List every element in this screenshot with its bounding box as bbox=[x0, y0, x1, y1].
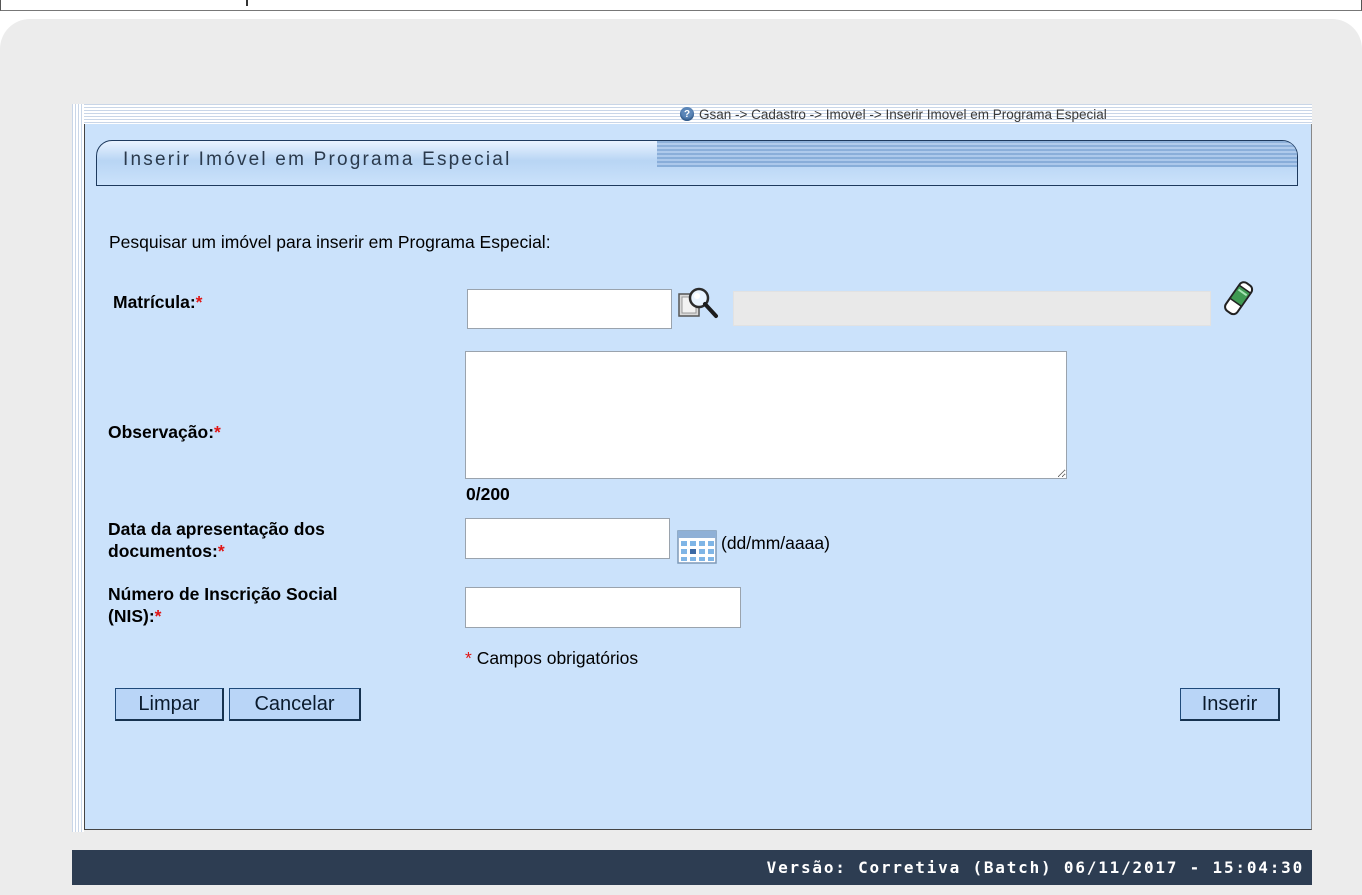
limpar-button[interactable]: Limpar bbox=[115, 688, 224, 721]
left-rule bbox=[72, 104, 84, 832]
data-label-line1: Data da apresentação dos bbox=[108, 519, 325, 539]
required-mark: * bbox=[195, 292, 203, 312]
nis-label-line2: (NIS): bbox=[108, 606, 155, 626]
magnifier-icon[interactable] bbox=[677, 286, 721, 322]
observacao-label: Observação:* bbox=[108, 422, 221, 443]
version-text: Versão: Corretiva (Batch) 06/11/2017 - 1… bbox=[766, 858, 1304, 877]
breadcrumb-text: Gsan -> Cadastro -> Imovel -> Inserir Im… bbox=[699, 106, 1107, 122]
instruction-text: Pesquisar um imóvel para inserir em Prog… bbox=[109, 232, 551, 252]
observacao-label-text: Observação: bbox=[108, 422, 215, 442]
inserir-button[interactable]: Inserir bbox=[1180, 688, 1280, 721]
top-edge-mark bbox=[246, 0, 248, 6]
nis-label-line1: Número de Inscrição Social bbox=[108, 584, 338, 604]
nis-input[interactable] bbox=[465, 587, 741, 628]
date-format-hint: (dd/mm/aaaa) bbox=[721, 533, 830, 553]
required-note: * Campos obrigatórios bbox=[465, 648, 638, 669]
cancelar-button[interactable]: Cancelar bbox=[229, 688, 361, 721]
eraser-icon[interactable] bbox=[1222, 277, 1254, 321]
page-title: Inserir Imóvel em Programa Especial bbox=[123, 149, 512, 170]
matricula-label: Matrícula:* bbox=[113, 292, 202, 313]
data-apresentacao-label: Data da apresentação dos documentos:* bbox=[108, 518, 325, 562]
char-counter: 0/200 bbox=[466, 484, 510, 504]
matricula-description-field bbox=[733, 291, 1211, 326]
data-apresentacao-input[interactable] bbox=[465, 518, 670, 559]
title-tab: Inserir Imóvel em Programa Especial bbox=[96, 140, 1298, 186]
required-mark: * bbox=[217, 541, 225, 561]
required-mark: * bbox=[465, 648, 472, 668]
required-mark: * bbox=[214, 422, 221, 442]
matricula-label-text: Matrícula: bbox=[113, 292, 196, 312]
top-window-edge bbox=[0, 0, 1362, 11]
required-note-text: Campos obrigatórios bbox=[476, 648, 639, 668]
matricula-input[interactable] bbox=[467, 289, 672, 329]
version-footer: Versão: Corretiva (Batch) 06/11/2017 - 1… bbox=[72, 850, 1312, 885]
calendar-icon[interactable] bbox=[677, 530, 717, 564]
breadcrumb: ? Gsan -> Cadastro -> Imovel -> Inserir … bbox=[680, 105, 1312, 123]
required-mark: * bbox=[154, 606, 162, 626]
title-tab-stripes bbox=[657, 141, 1297, 167]
observacao-textarea[interactable] bbox=[465, 351, 1067, 479]
data-label-line2: documentos: bbox=[108, 541, 218, 561]
help-icon[interactable]: ? bbox=[680, 107, 694, 121]
nis-label: Número de Inscrição Social (NIS):* bbox=[108, 583, 338, 627]
